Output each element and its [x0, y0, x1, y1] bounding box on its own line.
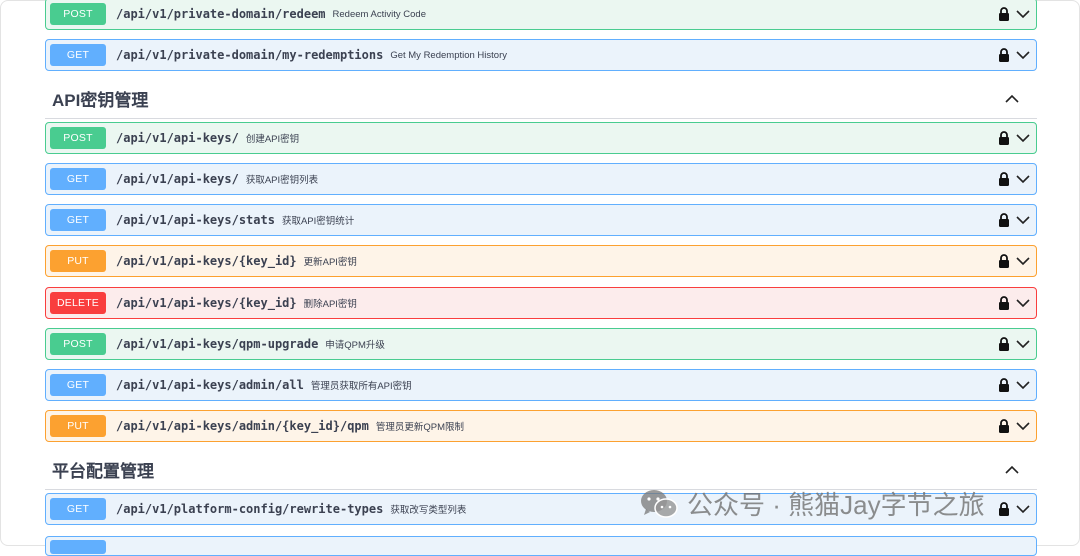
lock-icon[interactable] — [998, 502, 1010, 516]
operation-admin-all-keys[interactable]: GET /api/v1/api-keys/admin/all 管理员获取所有AP… — [45, 369, 1037, 401]
lock-icon[interactable] — [998, 378, 1010, 392]
chevron-down-icon[interactable] — [1016, 421, 1030, 431]
lock-icon[interactable] — [998, 254, 1010, 268]
method-badge: POST — [50, 127, 106, 149]
operation-path: /api/v1/api-keys/ — [116, 172, 239, 186]
lock-icon[interactable] — [998, 7, 1010, 21]
operation-summary: 获取API密钥统计 — [281, 216, 355, 227]
chevron-down-icon[interactable] — [1016, 298, 1030, 308]
chevron-down-icon[interactable] — [1016, 9, 1030, 19]
method-badge: GET — [50, 498, 106, 520]
operation-admin-update-qpm[interactable]: PUT /api/v1/api-keys/admin/{key_id}/qpm … — [45, 410, 1037, 442]
operation-api-key-stats[interactable]: GET /api/v1/api-keys/stats 获取API密钥统计 — [45, 204, 1037, 236]
method-badge: POST — [50, 333, 106, 355]
operation-summary: 申请QPM升级 — [325, 340, 385, 351]
method-badge: GET — [50, 44, 106, 66]
operation-summary: Get My Redemption History — [390, 49, 507, 61]
lock-icon[interactable] — [998, 419, 1010, 433]
operation-partial[interactable] — [45, 536, 1037, 556]
operation-summary: 创建API密钥 — [245, 134, 300, 145]
swagger-panel: POST /api/v1/private-domain/redeem Redee… — [0, 0, 1080, 556]
operation-summary: 获取改写类型列表 — [390, 505, 467, 516]
chevron-down-icon[interactable] — [1016, 50, 1030, 60]
operation-delete-api-key[interactable]: DELETE /api/v1/api-keys/{key_id} 删除API密钥 — [45, 287, 1037, 319]
method-badge: DELETE — [50, 292, 106, 314]
method-badge: PUT — [50, 250, 106, 272]
operation-qpm-upgrade[interactable]: POST /api/v1/api-keys/qpm-upgrade 申请QPM升… — [45, 328, 1037, 360]
operation-summary: 管理员更新QPM限制 — [375, 422, 465, 433]
operation-path: /api/v1/api-keys/admin/all — [116, 378, 304, 392]
operation-path: /api/v1/api-keys/ — [116, 131, 239, 145]
operation-summary: 更新API密钥 — [303, 257, 357, 268]
operation-path: /api/v1/platform-config/rewrite-types — [116, 502, 384, 516]
operation-create-api-key[interactable]: POST /api/v1/api-keys/ 创建API密钥 — [45, 122, 1037, 154]
operation-summary: Redeem Activity Code — [332, 8, 426, 20]
tag-title: API密钥管理 — [52, 91, 149, 110]
method-badge: POST — [50, 3, 106, 25]
operation-summary: 删除API密钥 — [303, 299, 357, 310]
operation-path: /api/v1/api-keys/{key_id} — [116, 254, 297, 268]
chevron-down-icon[interactable] — [1016, 380, 1030, 390]
method-badge: PUT — [50, 415, 106, 437]
lock-icon[interactable] — [998, 172, 1010, 186]
operation-my-redemptions[interactable]: GET /api/v1/private-domain/my-redemption… — [45, 39, 1037, 71]
lock-icon[interactable] — [998, 296, 1010, 310]
operation-path: /api/v1/private-domain/my-redemptions — [116, 48, 384, 62]
method-badge: GET — [50, 374, 106, 396]
method-badge: GET — [50, 209, 106, 231]
lock-icon[interactable] — [998, 131, 1010, 145]
watermark: 公众号 · 熊猫Jay字节之旅 — [639, 485, 985, 522]
method-badge — [50, 540, 106, 554]
tag-section-platform-config[interactable]: 平台配置管理 — [45, 450, 1037, 490]
operation-redeem[interactable]: POST /api/v1/private-domain/redeem Redee… — [45, 0, 1037, 30]
wechat-icon — [641, 489, 678, 518]
chevron-down-icon[interactable] — [1016, 504, 1030, 514]
lock-icon[interactable] — [998, 337, 1010, 351]
lock-icon[interactable] — [998, 213, 1010, 227]
watermark-text: 公众号 · 熊猫Jay字节之旅 — [687, 490, 985, 520]
operation-summary: 获取API密钥列表 — [245, 175, 319, 186]
tag-title: 平台配置管理 — [52, 462, 154, 481]
chevron-down-icon[interactable] — [1016, 339, 1030, 349]
operation-path: /api/v1/api-keys/qpm-upgrade — [116, 337, 319, 351]
operation-path: /api/v1/api-keys/{key_id} — [116, 296, 297, 310]
chevron-up-icon[interactable] — [1005, 94, 1019, 104]
chevron-down-icon[interactable] — [1016, 133, 1030, 143]
operation-path: /api/v1/api-keys/admin/{key_id}/qpm — [116, 419, 369, 433]
operation-path: /api/v1/api-keys/stats — [116, 213, 275, 227]
operation-update-api-key[interactable]: PUT /api/v1/api-keys/{key_id} 更新API密钥 — [45, 245, 1037, 277]
chevron-down-icon[interactable] — [1016, 256, 1030, 266]
tag-section-api-keys[interactable]: API密钥管理 — [45, 79, 1037, 119]
lock-icon[interactable] — [998, 48, 1010, 62]
operation-summary: 管理员获取所有API密钥 — [310, 381, 412, 392]
method-badge: GET — [50, 168, 106, 190]
chevron-up-icon[interactable] — [1005, 465, 1019, 475]
operation-path: /api/v1/private-domain/redeem — [116, 7, 326, 21]
operation-list-api-keys[interactable]: GET /api/v1/api-keys/ 获取API密钥列表 — [45, 163, 1037, 195]
chevron-down-icon[interactable] — [1016, 174, 1030, 184]
chevron-down-icon[interactable] — [1016, 215, 1030, 225]
